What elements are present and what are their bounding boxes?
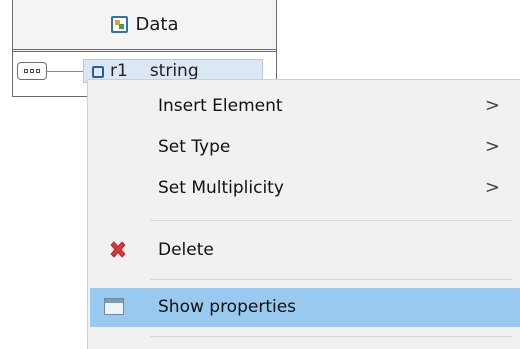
menu-item-label: Set Type <box>158 137 231 157</box>
sequence-icon[interactable] <box>17 62 47 80</box>
delete-x-icon <box>110 241 126 258</box>
element-icon <box>92 66 104 78</box>
menu-item-label: Set Multiplicity <box>158 178 284 198</box>
menu-item-label: Delete <box>158 240 214 260</box>
properties-window-icon <box>104 298 124 315</box>
submenu-arrow-icon: > <box>484 177 500 198</box>
menu-separator <box>150 220 512 221</box>
element-name: r1 <box>110 61 128 81</box>
menu-item-insert-element[interactable]: Insert Element > <box>90 87 520 126</box>
menu-item-delete[interactable]: Delete <box>90 231 520 270</box>
context-menu: Insert Element > Set Type > Set Multipli… <box>87 79 520 349</box>
menu-item-show-properties[interactable]: Show properties <box>90 288 520 327</box>
submenu-arrow-icon: > <box>484 95 500 116</box>
data-structure-icon <box>110 16 128 33</box>
data-node-title: Data <box>135 14 179 35</box>
data-node-header[interactable]: Data <box>13 0 276 52</box>
element-type: string <box>149 61 199 81</box>
submenu-arrow-icon: > <box>484 136 500 157</box>
menu-item-label: Insert Element <box>158 96 283 116</box>
menu-item-set-multiplicity[interactable]: Set Multiplicity > <box>90 169 520 208</box>
connector-line <box>47 71 83 72</box>
menu-separator <box>150 279 512 280</box>
menu-separator <box>150 336 512 337</box>
menu-item-label: Show properties <box>158 297 297 317</box>
menu-item-set-type[interactable]: Set Type > <box>90 128 520 167</box>
